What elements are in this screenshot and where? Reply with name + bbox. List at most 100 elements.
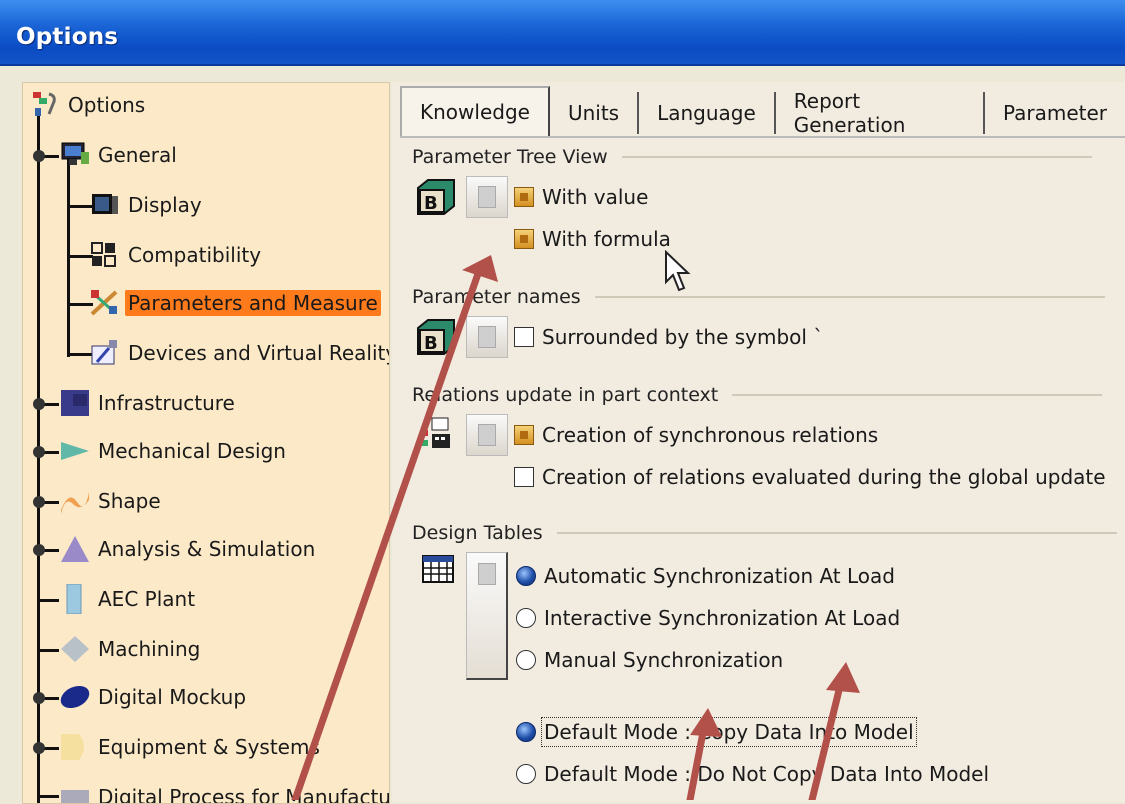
tree-label: Shape — [98, 489, 161, 513]
tree-label: Digital Process for Manufactur — [98, 785, 390, 804]
shape-icon — [59, 486, 91, 516]
lock-icon — [478, 424, 496, 446]
lock-icon — [478, 186, 496, 208]
manufacturing-icon — [59, 782, 91, 803]
tab-parameter[interactable]: Parameter — [985, 92, 1125, 134]
option-auto-sync[interactable]: Automatic Synchronization At Load — [516, 564, 895, 588]
option-sync-relations[interactable]: Creation of synchronous relations — [514, 423, 878, 447]
option-label: Surrounded by the symbol ` — [542, 325, 824, 349]
devices-icon — [89, 338, 121, 368]
tree-connector — [37, 599, 59, 602]
machining-icon — [59, 634, 91, 664]
section-rule — [732, 394, 1103, 396]
lock-button[interactable] — [466, 176, 508, 218]
option-with-value[interactable]: With value — [514, 185, 648, 209]
mechanical-icon — [59, 436, 91, 466]
tree-item-parameters[interactable]: Parameters and Measure — [89, 287, 381, 319]
compatibility-icon — [89, 240, 121, 270]
parameters-icon — [89, 288, 121, 318]
tree-root-options[interactable]: Options — [29, 89, 148, 121]
option-interactive-sync[interactable]: Interactive Synchronization At Load — [516, 606, 900, 630]
tree-item-manufacturing[interactable]: Digital Process for Manufactur — [59, 781, 390, 804]
mouse-cursor-icon — [665, 250, 691, 292]
window-title: Options — [16, 24, 119, 50]
option-copy-data[interactable]: Default Mode : Copy Data Into Model — [516, 717, 917, 747]
tree-item-infrastructure[interactable]: Infrastructure — [59, 387, 238, 419]
section-rule — [556, 532, 1117, 534]
equipment-icon — [59, 732, 91, 762]
tree-item-equipment[interactable]: Equipment & Systems — [59, 731, 323, 763]
tab-bar: Knowledge Units Language Report Generati… — [400, 86, 1125, 137]
lock-button[interactable] — [466, 414, 508, 456]
tree-label: Mechanical Design — [98, 439, 286, 463]
copy-data-radio[interactable] — [516, 722, 536, 742]
b-box-icon: B — [414, 316, 456, 358]
option-label: Creation of synchronous relations — [542, 423, 879, 447]
tree-label: Options — [68, 93, 146, 117]
expand-toggle[interactable] — [33, 544, 45, 556]
tab-knowledge[interactable]: Knowledge — [400, 86, 550, 136]
tab-units[interactable]: Units — [550, 92, 640, 134]
tree-item-display[interactable]: Display — [89, 189, 205, 221]
tree-item-analysis[interactable]: Analysis & Simulation — [59, 533, 318, 565]
tab-language[interactable]: Language — [639, 92, 776, 134]
expand-toggle[interactable] — [33, 446, 45, 458]
lock-button[interactable] — [466, 316, 508, 358]
global-relations-checkbox[interactable] — [514, 467, 534, 487]
expand-toggle[interactable] — [33, 692, 45, 704]
with-value-checkbox[interactable] — [514, 187, 534, 207]
option-label: Default Mode : Copy Data Into Model — [541, 717, 917, 747]
title-bar: Options — [0, 0, 1125, 66]
option-global-relations[interactable]: Creation of relations evaluated during t… — [514, 465, 1106, 489]
option-manual-sync[interactable]: Manual Synchronization — [516, 648, 783, 672]
tree-label: Parameters and Measure — [125, 290, 381, 316]
tree-label: Devices and Virtual Reality — [128, 341, 390, 365]
section-title: Parameter Tree View — [412, 146, 608, 168]
options-panel: Knowledge Units Language Report Generati… — [392, 82, 1125, 802]
auto-sync-radio[interactable] — [516, 566, 536, 586]
surrounded-checkbox[interactable] — [514, 327, 534, 347]
design-tables-bracket — [466, 552, 508, 680]
option-no-copy-data[interactable]: Default Mode : Do Not Copy Data Into Mod… — [516, 762, 989, 786]
section-tree-view: Parameter Tree View — [412, 146, 1092, 168]
lock-icon — [477, 563, 496, 585]
tree-item-devices[interactable]: Devices and Virtual Reality — [89, 337, 390, 369]
interactive-sync-radio[interactable] — [516, 608, 536, 628]
expand-toggle[interactable] — [33, 398, 45, 410]
section-design-tables: Design Tables — [412, 522, 1117, 544]
display-icon — [89, 190, 121, 220]
aec-icon — [59, 583, 91, 615]
mockup-icon — [59, 682, 91, 712]
b-box-icon: B — [414, 176, 456, 218]
sync-relations-checkbox[interactable] — [514, 425, 534, 445]
no-copy-data-radio[interactable] — [516, 764, 536, 784]
manual-sync-radio[interactable] — [516, 650, 536, 670]
svg-text:B: B — [424, 193, 438, 214]
tree-label: Compatibility — [128, 243, 262, 267]
section-title: Design Tables — [412, 522, 543, 544]
table-icon — [420, 552, 456, 588]
tree-item-compatibility[interactable]: Compatibility — [89, 239, 264, 271]
infrastructure-icon — [59, 388, 91, 418]
tree-item-general[interactable]: General — [59, 139, 180, 171]
expand-toggle[interactable] — [33, 496, 45, 508]
tree-label: Digital Mockup — [98, 685, 247, 709]
option-with-formula[interactable]: With formula — [514, 227, 671, 251]
tree-item-digital-mockup[interactable]: Digital Mockup — [59, 681, 249, 713]
tree-item-machining[interactable]: Machining — [59, 633, 203, 665]
tab-separator — [400, 136, 1125, 138]
analysis-icon — [59, 534, 91, 564]
tree-item-mechanical[interactable]: Mechanical Design — [59, 435, 289, 467]
tree-item-aec-plant[interactable]: AEC Plant — [59, 583, 198, 615]
with-formula-checkbox[interactable] — [514, 229, 534, 249]
collapse-toggle[interactable] — [33, 150, 45, 162]
tree-label: General — [98, 143, 177, 167]
option-surrounded[interactable]: Surrounded by the symbol ` — [514, 325, 823, 349]
expand-toggle[interactable] — [33, 742, 45, 754]
tab-report-generation[interactable]: Report Generation — [776, 89, 985, 137]
lock-icon — [478, 326, 496, 348]
tree-item-shape[interactable]: Shape — [59, 485, 164, 517]
svg-text:B: B — [424, 333, 438, 354]
general-icon — [59, 140, 91, 170]
option-label: With value — [542, 185, 649, 209]
